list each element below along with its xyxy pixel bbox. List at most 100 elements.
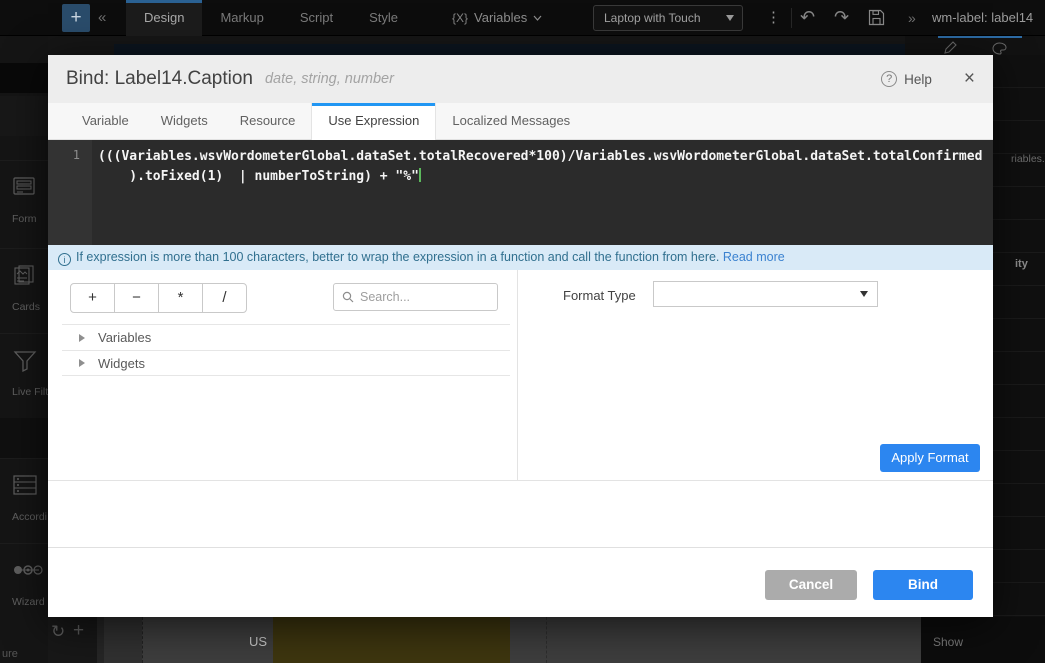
dialog-body: + − * / Variables Widgets [48, 270, 993, 481]
tab-widgets[interactable]: Widgets [145, 103, 224, 140]
minus-operator-button[interactable]: − [114, 283, 159, 313]
properties-panel-rail: riables.wsv ity [993, 55, 1045, 617]
tab-markup[interactable]: Markup [202, 0, 281, 36]
apply-format-button[interactable]: Apply Format [880, 444, 980, 472]
tree-node-label: Widgets [98, 356, 145, 371]
tab-variable[interactable]: Variable [66, 103, 145, 140]
add-page-button[interactable]: + [62, 4, 90, 32]
wizard-steps-icon [13, 564, 43, 576]
binding-source-tree: Variables Widgets [62, 324, 510, 376]
toolbar-divider [791, 8, 792, 28]
palette-footer: ↻ + [48, 617, 97, 663]
chart-bar [273, 617, 510, 663]
sidebar-row [0, 418, 48, 458]
tab-use-expression[interactable]: Use Expression [311, 103, 436, 141]
sidebar-item-label: Wizard [12, 596, 45, 608]
more-options-icon[interactable]: ⋮ [766, 0, 781, 36]
inspector-active-tab-indicator [938, 36, 1022, 38]
palette-icon[interactable] [992, 42, 1007, 55]
accordion-icon [13, 475, 37, 495]
tree-node-label: Variables [98, 330, 151, 345]
save-icon[interactable] [868, 9, 885, 26]
search-icon [342, 291, 354, 303]
editor-line-number: 1 [48, 140, 92, 245]
ide-mode-tabs: Design Markup Script Style [126, 0, 416, 36]
tab-style[interactable]: Style [351, 0, 416, 36]
add-widget-icon[interactable]: + [73, 620, 84, 642]
pencil-icon[interactable] [944, 41, 957, 54]
device-preview-value: Laptop with Touch [604, 11, 701, 25]
undo-icon[interactable]: ↶ [800, 0, 815, 34]
read-more-link[interactable]: Read more [723, 250, 785, 264]
expression-editor[interactable]: 1 (((Variables.wsvWordometerGlobal.dataS… [48, 140, 993, 245]
selected-element-outline [114, 44, 905, 55]
format-type-label: Format Type [563, 288, 636, 303]
close-icon[interactable]: × [964, 68, 975, 90]
sidebar-item-accordion[interactable]: Accordi [0, 458, 48, 542]
expression-tools-pane: + − * / Variables Widgets [48, 270, 518, 481]
clipped-label-text: ure [2, 648, 18, 660]
dialog-footer: Cancel Bind [48, 547, 993, 617]
design-canvas[interactable]: US [142, 617, 921, 663]
help-icon[interactable]: ? [881, 71, 897, 87]
search-input[interactable] [360, 290, 480, 304]
caret-down-icon [726, 15, 734, 21]
search-box[interactable] [333, 283, 498, 311]
bind-dialog-tabs: Variable Widgets Resource Use Expression… [48, 103, 993, 140]
format-pane: Format Type Apply Format [519, 270, 993, 481]
divide-operator-button[interactable]: / [202, 283, 247, 313]
format-type-select[interactable] [653, 281, 878, 307]
sidebar-item-label: Form [12, 213, 37, 225]
form-icon [13, 177, 35, 195]
funnel-icon [13, 350, 37, 372]
editor-code-area[interactable]: (((Variables.wsvWordometerGlobal.dataSet… [92, 140, 993, 245]
redo-icon[interactable]: ↷ [834, 0, 849, 34]
sidebar-row [0, 96, 48, 136]
dialog-title: Bind: Label14.Caption [66, 68, 253, 90]
panel-scrollbar[interactable] [97, 617, 104, 663]
inspector-panel-title: wm-label: label14 [932, 0, 1045, 36]
tab-design[interactable]: Design [126, 0, 202, 36]
expression-info-banner: i If expression is more than 100 characte… [48, 245, 993, 270]
info-icon: i [58, 253, 71, 266]
variables-menu[interactable]: {X} Variables [452, 0, 542, 36]
bind-dialog: Bind: Label14.Caption date, string, numb… [48, 55, 993, 617]
sidebar-item-form[interactable]: Form [0, 160, 48, 244]
canvas-guide-line [546, 617, 547, 663]
dialog-subtitle: date, string, number [265, 71, 394, 87]
tree-node-widgets[interactable]: Widgets [62, 350, 510, 376]
device-preview-select[interactable]: Laptop with Touch [593, 5, 743, 31]
sidebar-item-label: Accordi [12, 511, 47, 523]
sidebar-item-live-filter[interactable]: Live Filt [0, 333, 48, 417]
expand-caret-icon [78, 333, 86, 343]
plus-operator-button[interactable]: + [70, 283, 115, 313]
wavemaker-studio: + « Design Markup Script Style {X} Varia… [0, 0, 1045, 663]
cards-icon [13, 265, 35, 285]
tab-resource[interactable]: Resource [224, 103, 312, 140]
collapse-panel-icon[interactable]: « [98, 0, 106, 36]
property-label-fragment: ity [1015, 258, 1028, 270]
multiply-operator-button[interactable]: * [158, 283, 203, 313]
cancel-button[interactable]: Cancel [765, 570, 857, 600]
help-label[interactable]: Help [904, 72, 932, 87]
refresh-icon[interactable]: ↻ [51, 622, 65, 642]
bind-button[interactable]: Bind [873, 570, 973, 600]
variables-icon: {X} [452, 0, 468, 36]
code-line-2: ).toFixed(1) | numberToString) + "%" [98, 169, 419, 184]
inspector-bottom-row: Show [921, 617, 1045, 663]
info-text: If expression is more than 100 character… [76, 250, 723, 264]
show-property-label: Show [933, 635, 963, 649]
expand-inspector-icon[interactable]: » [908, 0, 916, 36]
widget-palette-sidebar: Form Cards Live Filt Accordi Wizar [0, 36, 48, 663]
text-cursor [419, 168, 421, 182]
property-value-fragment: riables.wsv [1011, 153, 1045, 165]
sidebar-item-label: Cards [12, 301, 40, 313]
sidebar-item-label: Live Filt [12, 386, 48, 398]
sidebar-item-wizard[interactable]: Wizard [0, 543, 48, 627]
tab-localized-messages[interactable]: Localized Messages [436, 103, 586, 140]
expand-caret-icon [78, 358, 86, 368]
tab-script[interactable]: Script [282, 0, 351, 36]
tree-node-variables[interactable]: Variables [62, 324, 510, 350]
variables-label: Variables [474, 0, 527, 36]
sidebar-item-cards[interactable]: Cards [0, 248, 48, 332]
